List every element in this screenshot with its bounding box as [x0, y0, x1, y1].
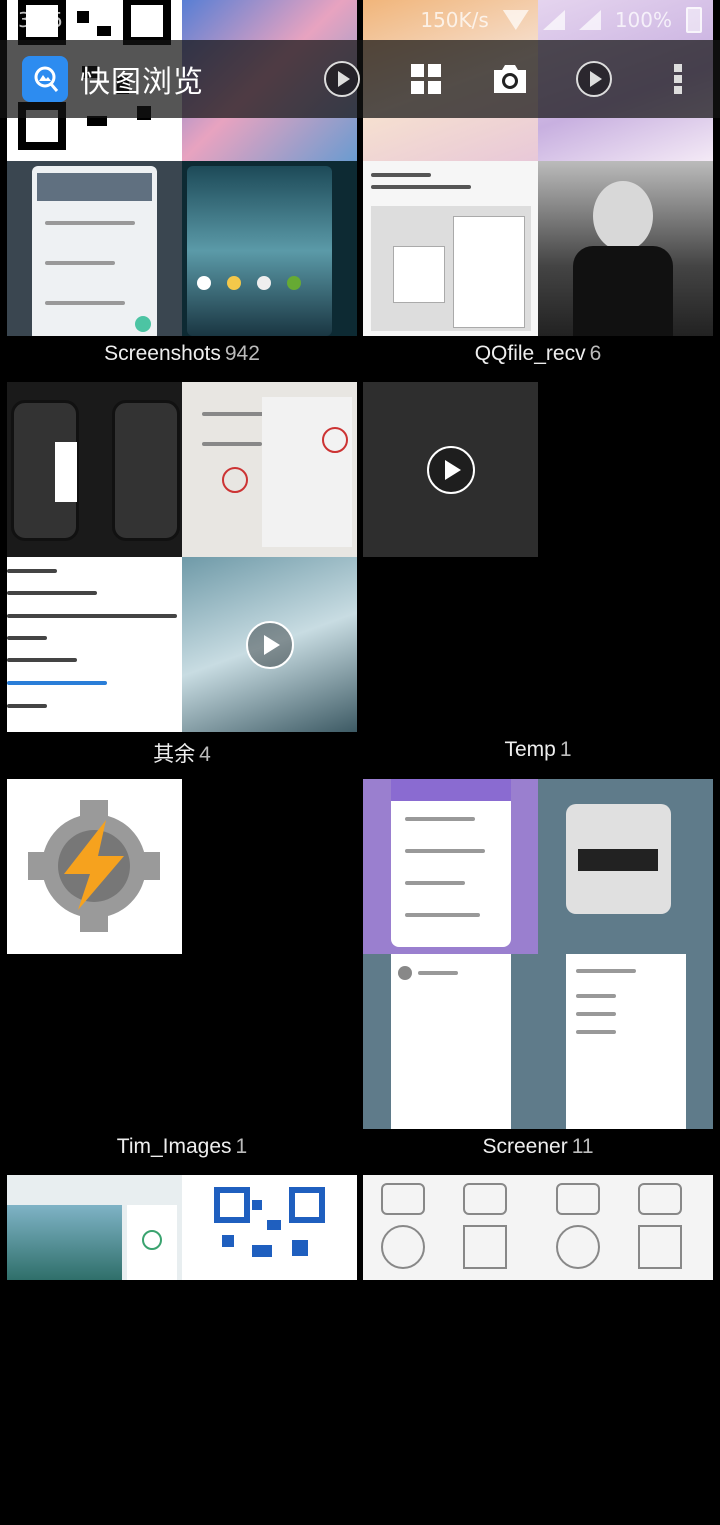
album-thumbnails — [363, 779, 713, 1129]
status-bar: 3:55 150K/s 100% — [0, 0, 720, 40]
slideshow-icon[interactable] — [322, 59, 362, 99]
battery-icon — [686, 7, 702, 33]
album-partial-left[interactable] — [7, 1175, 357, 1525]
thumbnail-music-widget — [538, 779, 713, 954]
album-name: 其余 — [153, 743, 196, 766]
play-icon[interactable] — [574, 59, 614, 99]
album-count: 6 — [589, 342, 602, 365]
album-thumbnails — [7, 1175, 357, 1525]
more-vert-icon[interactable] — [658, 59, 698, 99]
album-count: 942 — [224, 342, 260, 365]
thumbnail-qr-code-blue — [182, 1175, 357, 1280]
album-label: QQfile_recv 6 — [363, 342, 713, 366]
thumbnail-chat-list — [363, 954, 538, 1129]
battery-level: 100% — [614, 8, 672, 32]
album-name: QQfile_recv — [474, 342, 586, 365]
album-others[interactable]: 其余 4 — [7, 382, 357, 766]
album-name: Screenshots — [104, 342, 221, 365]
status-indicators: 150K/s 100% — [420, 7, 702, 33]
album-label: Temp 1 — [363, 738, 713, 762]
album-thumbnails — [7, 779, 357, 1129]
thumbnail-settings-list — [538, 954, 713, 1129]
image-logo-icon — [22, 56, 68, 102]
thumbnail-portrait-photo — [538, 161, 713, 336]
thumbnail-phone-mockups — [7, 382, 182, 557]
album-thumbnails — [363, 1175, 713, 1525]
thumbnail-home-screen — [182, 161, 357, 336]
album-name: Temp — [504, 738, 556, 761]
album-thumbnails — [363, 382, 713, 732]
album-name: Screener — [482, 1135, 568, 1158]
thumbnail-tasker-icon — [7, 779, 182, 954]
thumbnail-apex-launcher — [363, 779, 538, 954]
album-label: Screenshots 942 — [7, 342, 357, 366]
album-label: Tim_Images 1 — [7, 1135, 357, 1159]
network-speed: 150K/s — [420, 8, 489, 32]
thumbnail-doodle-stickers-2 — [538, 1175, 713, 1280]
album-temp[interactable]: Temp 1 — [363, 382, 713, 761]
album-count: 4 — [199, 743, 211, 766]
album-count: 11 — [571, 1135, 594, 1158]
thumbnail-doodle-stickers — [363, 1175, 538, 1280]
app-title: 快图浏览 — [80, 65, 204, 100]
thumbnail-paper-document — [182, 382, 357, 557]
thumbnail-text-notes — [7, 557, 182, 732]
thumbnail-landscape-wallpaper — [7, 1175, 182, 1280]
album-thumbnails — [7, 382, 357, 732]
signal-icon — [542, 10, 565, 30]
album-label: 其余 4 — [7, 738, 357, 768]
play-icon — [426, 445, 475, 494]
grid-view-icon[interactable] — [406, 59, 446, 99]
album-partial-right[interactable] — [363, 1175, 713, 1525]
album-name: Tim_Images — [116, 1135, 232, 1158]
signal-2-icon — [578, 10, 601, 30]
album-tim-images[interactable]: Tim_Images 1 — [7, 779, 357, 1158]
album-count: 1 — [559, 738, 572, 761]
play-icon — [245, 620, 294, 669]
album-screener[interactable]: Screener 11 — [363, 779, 713, 1158]
camera-icon[interactable] — [490, 59, 530, 99]
album-label: Screener 11 — [363, 1135, 713, 1159]
thumbnail-settings-screenshot — [7, 161, 182, 336]
wifi-icon — [502, 10, 529, 30]
thumbnail-video — [363, 382, 538, 557]
app-bar: 快图浏览 — [0, 40, 720, 118]
thumbnail-document-screenshot — [363, 161, 538, 336]
album-count: 1 — [235, 1135, 248, 1158]
thumbnail-video — [182, 557, 357, 732]
status-time: 3:55 — [18, 8, 63, 32]
